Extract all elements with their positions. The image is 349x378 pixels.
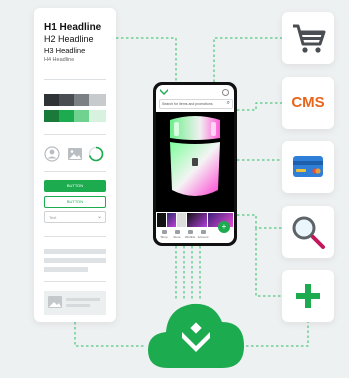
color-swatch: [59, 110, 74, 122]
cloud-logo-icon: [148, 303, 244, 368]
thumbnail[interactable]: [157, 213, 166, 227]
thumbnail[interactable]: [187, 213, 207, 227]
shopping-cart-icon: [293, 24, 326, 53]
cms-integration-card[interactable]: CMS: [282, 77, 334, 129]
search-integration-card[interactable]: [282, 206, 334, 258]
tab-account[interactable]: Account: [197, 230, 209, 239]
h4-headline: H4 Headline: [44, 57, 75, 63]
h3-headline: H3 Headline: [44, 46, 86, 55]
color-swatch: [74, 94, 89, 106]
divider: [44, 171, 106, 172]
primary-button[interactable]: BUTTON: [44, 180, 106, 192]
secondary-button[interactable]: BUTTON: [44, 196, 106, 208]
color-swatch: [89, 94, 106, 106]
h2-headline: H2 Headline: [44, 34, 94, 44]
add-to-cart-button[interactable]: +: [218, 221, 230, 233]
text-placeholder-line: [66, 304, 90, 307]
image-icon: [68, 148, 82, 160]
media-card-placeholder: [44, 291, 106, 315]
tab-store[interactable]: Store: [171, 230, 183, 239]
credit-card-icon: [293, 156, 323, 177]
magnifier-icon: [292, 216, 325, 249]
select-field[interactable]: Text ⌄: [44, 211, 106, 223]
user-icon: [200, 230, 206, 234]
account-icon[interactable]: [222, 89, 229, 96]
color-swatch: [44, 110, 59, 122]
color-swatch: [89, 110, 106, 122]
thumbnail[interactable]: [177, 213, 186, 227]
text-placeholder-line: [44, 258, 106, 263]
phone-mockup: Search for items and promotions ⌕ Shop S…: [153, 82, 237, 246]
heart-icon: [187, 230, 193, 234]
color-swatch: [59, 94, 74, 106]
chevron-down-icon: ⌄: [96, 214, 102, 220]
search-placeholder: Search for items and promotions: [162, 102, 213, 106]
cms-label: CMS: [291, 94, 325, 111]
image-icon: [48, 296, 62, 308]
divider: [44, 79, 106, 80]
earbuds-case-image: [156, 112, 234, 212]
avatar-icon: [44, 146, 60, 162]
color-swatch: [74, 110, 89, 122]
progress-ring-icon: [88, 146, 104, 162]
product-image: [156, 112, 234, 212]
divider: [44, 134, 106, 135]
text-placeholder-line: [44, 249, 106, 254]
color-swatch: [44, 94, 59, 106]
add-integration-card[interactable]: [282, 270, 334, 322]
icon-row: [44, 146, 104, 162]
text-placeholder-line: [66, 298, 100, 301]
design-system-card: H1 Headline H2 Headline H3 Headline H4 H…: [34, 8, 116, 322]
search-input[interactable]: Search for items and promotions ⌕: [159, 99, 233, 109]
cart-integration-card[interactable]: [282, 12, 334, 64]
select-placeholder: Text: [49, 215, 57, 220]
search-icon: ⌕: [226, 100, 230, 106]
divider: [44, 236, 106, 237]
h1-headline: H1 Headline: [44, 22, 102, 33]
brand-logo-icon: [160, 89, 168, 95]
text-placeholder-line: [44, 267, 88, 272]
store-icon: [174, 230, 180, 234]
plus-icon: [296, 284, 320, 308]
tab-wishlist[interactable]: Wishlist: [184, 230, 196, 239]
thumbnail[interactable]: [167, 213, 176, 227]
home-icon: [161, 230, 167, 234]
tab-shop[interactable]: Shop: [158, 230, 170, 239]
phone-screen: Search for items and promotions ⌕ Shop S…: [156, 85, 234, 243]
divider: [44, 281, 106, 282]
payment-integration-card[interactable]: [282, 141, 334, 193]
